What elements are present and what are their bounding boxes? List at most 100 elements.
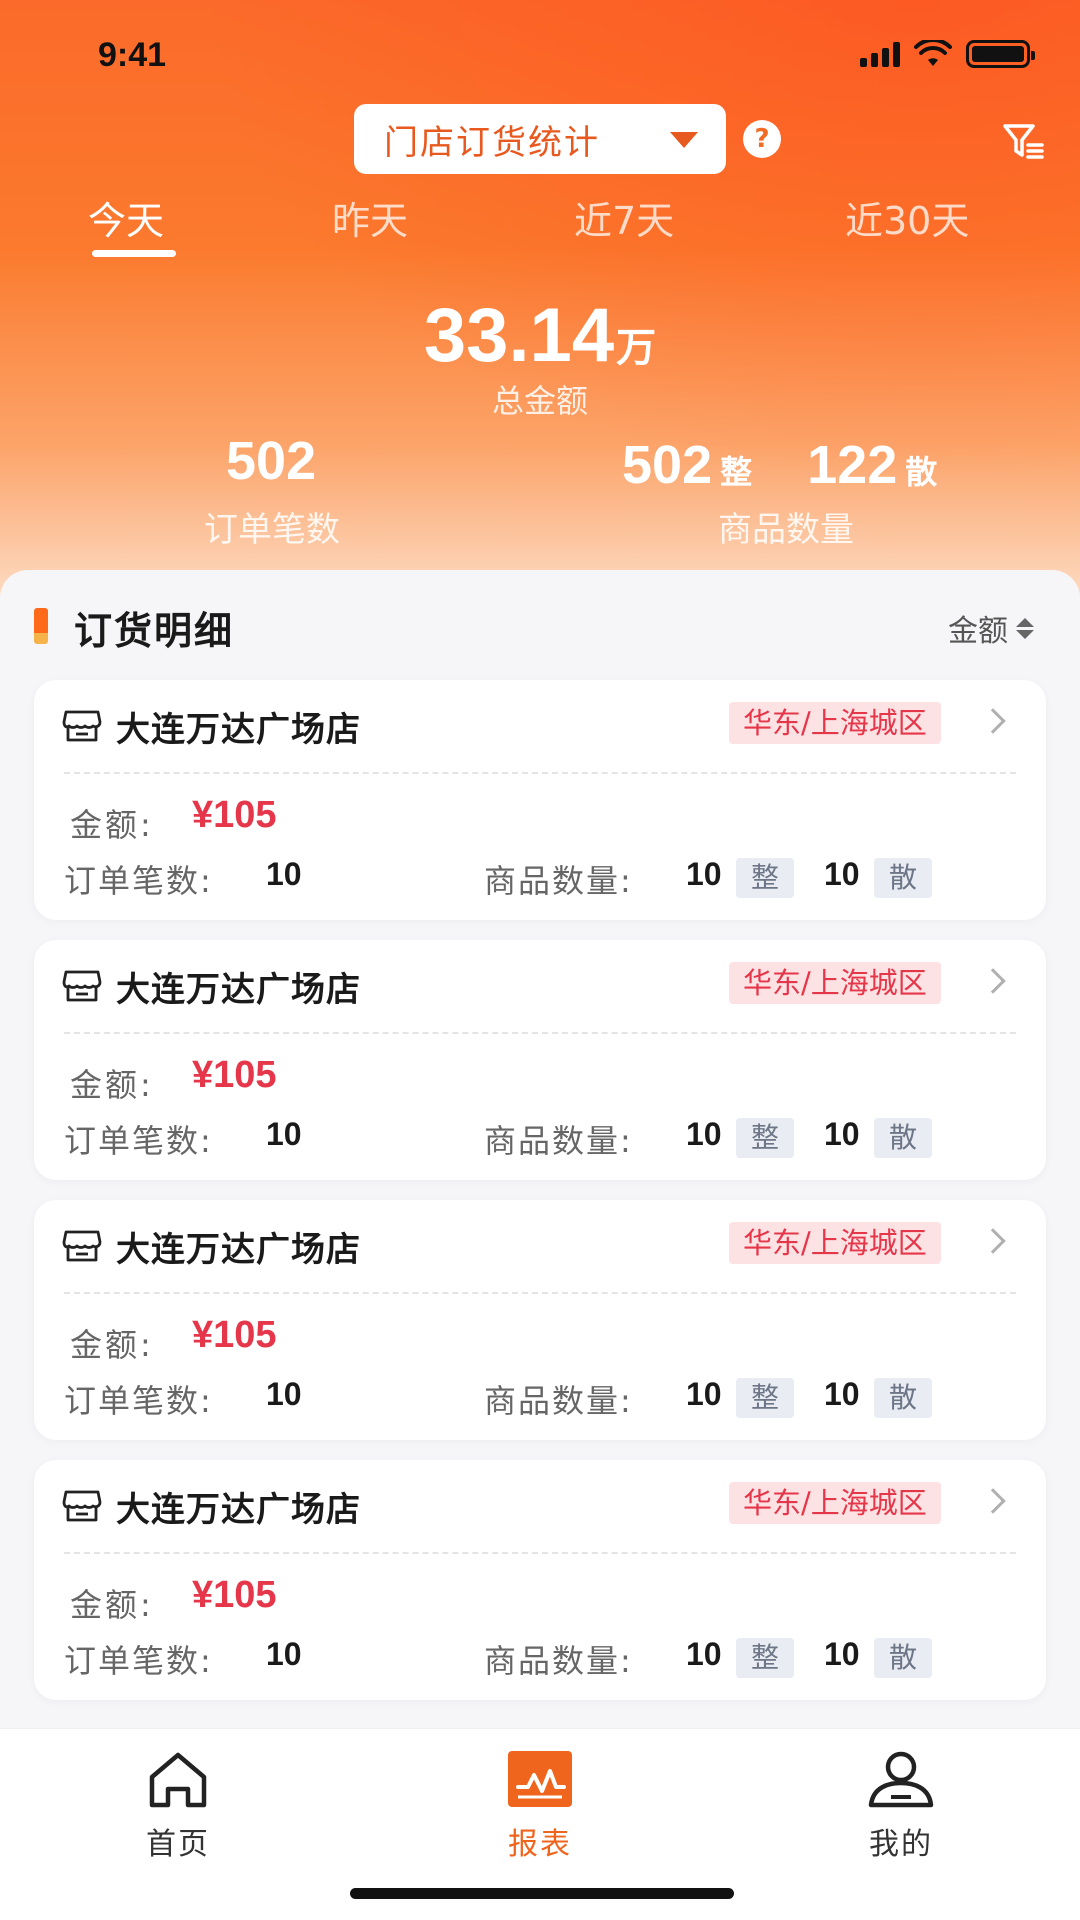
tabbar-label-report: 报表 (508, 1827, 572, 1862)
store-name: 大连万达广场店 (116, 710, 361, 750)
sort-by-amount-button[interactable]: 金额 (948, 606, 1034, 650)
tabbar-label-profile: 我的 (869, 1827, 933, 1862)
tabbar-item-report[interactable]: 报表 (480, 1749, 600, 1863)
home-icon (149, 1752, 207, 1808)
store-order-card[interactable]: 大连万达广场店 华东/上海城区金额: ¥105 订单笔数: 10 商品数量: 10 整 10 散 (34, 940, 1046, 1180)
store-icon (62, 710, 102, 742)
tab-last-7-days[interactable]: 近7天 (574, 190, 674, 245)
tabbar-item-profile[interactable]: 我的 (841, 1749, 961, 1863)
store-order-card[interactable]: 大连万达广场店 华东/上海城区 金额: ¥105 订单笔数: 10 商品数量: 10 整 10 散 (34, 1200, 1046, 1440)
order-count-value: 502 (226, 431, 317, 491)
product-quantity-value: 502 整 122 散 (622, 434, 937, 496)
store-name: 大连万达广场店 (116, 970, 361, 1010)
whole-unit-tag: 整 (736, 1638, 794, 1678)
title-bar: 门店订货统计 ? (0, 100, 1080, 180)
product-quantity-label: 商品数量: (484, 1382, 633, 1420)
loose-unit: 散 (905, 454, 938, 490)
amount-value: ¥105 (192, 1314, 277, 1356)
order-count-label: 订单笔数 (204, 510, 340, 550)
loose-quantity: 10 (824, 1116, 860, 1152)
tab-last-30-days[interactable]: 近30天 (845, 190, 969, 245)
loose-unit-tag: 散 (874, 1378, 932, 1418)
tab-yesterday[interactable]: 昨天 (332, 190, 408, 245)
product-quantity-label: 商品数量: (484, 1642, 633, 1680)
loose-unit-tag: 散 (874, 1118, 932, 1158)
tabbar-label-home: 首页 (146, 1827, 210, 1862)
status-bar: 9:41 (0, 0, 1080, 110)
card-divider (64, 1552, 1016, 1554)
whole-unit: 整 (720, 454, 753, 490)
chevron-right-icon (980, 968, 1006, 994)
total-amount-unit: 万 (616, 325, 657, 371)
order-detail-panel: 订货明细 金额 大连万达广场店 华东/上海城区 金额: ¥105 订单笔数: 10 商品数量… (0, 570, 1080, 1730)
order-count-label: 订单笔数: (64, 1122, 213, 1160)
date-range-tabs: 今天 昨天 近7天 近30天 (0, 190, 1080, 270)
whole-unit-tag: 整 (736, 858, 794, 898)
product-quantity-label: 商品数量: (484, 1122, 633, 1160)
sort-label: 金额 (948, 614, 1008, 649)
card-divider (64, 1292, 1016, 1294)
report-type-label: 门店订货统计 (384, 122, 600, 163)
chevron-right-icon (980, 708, 1006, 734)
profile-icon (868, 1751, 934, 1808)
loose-quantity: 122 (807, 435, 898, 495)
amount-label: 金额: (70, 806, 154, 844)
order-count-label: 订单笔数: (64, 1382, 213, 1420)
store-order-card[interactable]: 大连万达广场店 华东/上海城区金额: ¥105 订单笔数: 10 商品数量: 10 整 10 散 (34, 1460, 1046, 1700)
loose-quantity: 10 (824, 1376, 860, 1412)
help-icon[interactable]: ? (743, 120, 781, 158)
loose-quantity: 10 (824, 856, 860, 892)
whole-quantity: 10 (686, 1116, 722, 1152)
loose-unit-tag: 散 (874, 1638, 932, 1678)
order-count-value: 10 (266, 1636, 302, 1672)
product-quantity-label: 商品数量 (718, 510, 854, 550)
amount-value: ¥105 (192, 794, 277, 836)
whole-quantity: 10 (686, 1636, 722, 1672)
card-divider (64, 1032, 1016, 1034)
store-order-card[interactable]: 大连万达广场店 华东/上海城区 金额: ¥105 订单笔数: 10 商品数量: 10 整 10 散 (34, 680, 1046, 920)
filter-icon[interactable] (1002, 122, 1046, 162)
amount-label: 金额: (70, 1066, 154, 1104)
whole-quantity: 10 (686, 1376, 722, 1412)
loose-quantity: 10 (824, 1636, 860, 1672)
tab-today[interactable]: 今天 (88, 190, 164, 245)
store-name: 大连万达广场店 (116, 1490, 361, 1530)
home-indicator (350, 1888, 734, 1899)
order-count-label: 订单笔数: (64, 1642, 213, 1680)
region-tag: 华东/上海城区 (729, 1482, 941, 1524)
order-count-value: 10 (266, 1376, 302, 1412)
store-icon (62, 1230, 102, 1262)
wifi-icon (914, 40, 952, 66)
status-time: 9:41 (98, 36, 167, 74)
tabbar-item-home[interactable]: 首页 (118, 1749, 238, 1863)
caret-down-icon (670, 132, 698, 148)
active-tab-indicator (92, 250, 176, 257)
chevron-right-icon (980, 1228, 1006, 1254)
loose-unit-tag: 散 (874, 858, 932, 898)
amount-value: ¥105 (192, 1054, 277, 1096)
store-name: 大连万达广场店 (116, 1230, 361, 1270)
report-icon (508, 1751, 572, 1807)
chevron-right-icon (980, 1488, 1006, 1514)
whole-unit-tag: 整 (736, 1118, 794, 1158)
total-amount-label: 总金额 (491, 382, 588, 420)
amount-value: ¥105 (192, 1574, 277, 1616)
report-type-selector[interactable]: 门店订货统计 (354, 104, 726, 174)
card-divider (64, 772, 1016, 774)
cellular-signal-icon (860, 41, 900, 67)
amount-label: 金额: (70, 1586, 154, 1624)
summary-stats: 33.14万 总金额 502 订单笔数 502 整 122 散 商品数量 (0, 280, 1080, 560)
store-icon (62, 1490, 102, 1522)
product-quantity-label: 商品数量: (484, 862, 633, 900)
section-header: 订货明细 金额 (0, 600, 1080, 660)
battery-icon (966, 40, 1035, 68)
amount-label: 金额: (70, 1326, 154, 1364)
order-count-value: 10 (266, 1116, 302, 1152)
sort-icon (1016, 617, 1034, 639)
total-amount: 33.14万 (0, 292, 1080, 379)
region-tag: 华东/上海城区 (729, 962, 941, 1004)
store-icon (62, 970, 102, 1002)
region-tag: 华东/上海城区 (729, 702, 941, 744)
total-amount-value: 33.14 (423, 293, 615, 378)
whole-unit-tag: 整 (736, 1378, 794, 1418)
